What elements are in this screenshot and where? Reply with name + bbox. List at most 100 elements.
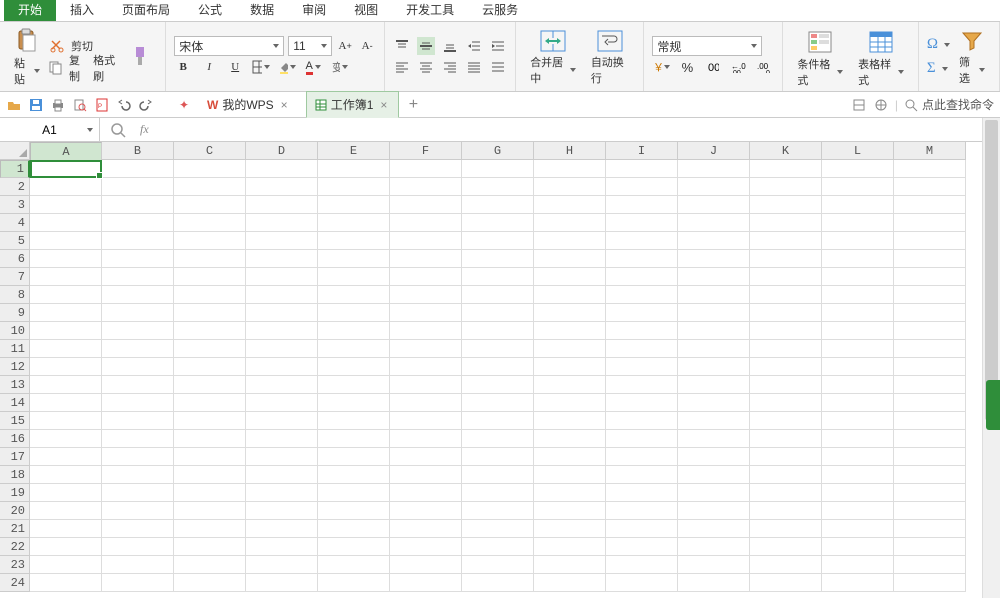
cell[interactable] [894,394,966,412]
cell[interactable] [30,358,102,376]
cell[interactable] [534,340,606,358]
phonetic-button[interactable]: 变 [330,58,348,76]
menutab-formula[interactable]: 公式 [184,0,236,21]
cell[interactable] [318,412,390,430]
cell[interactable] [822,214,894,232]
cell[interactable] [246,340,318,358]
doctab-mywps[interactable]: W 我的WPS × [198,91,300,118]
row-header[interactable]: 6 [0,250,30,268]
cell[interactable] [246,574,318,592]
cell[interactable] [318,574,390,592]
cell[interactable] [750,268,822,286]
indent-increase-icon[interactable] [489,37,507,55]
cell[interactable] [822,340,894,358]
cell[interactable] [102,556,174,574]
cell[interactable] [894,376,966,394]
cell[interactable] [534,484,606,502]
cell[interactable] [894,412,966,430]
cell[interactable] [750,214,822,232]
cell[interactable] [534,466,606,484]
cell[interactable] [30,430,102,448]
comma-icon[interactable]: 000 [704,58,722,76]
cell[interactable] [246,376,318,394]
cell[interactable] [174,520,246,538]
cell[interactable] [390,304,462,322]
column-header[interactable]: M [894,142,966,160]
cell[interactable] [750,196,822,214]
cell[interactable] [678,484,750,502]
cell[interactable] [894,196,966,214]
cell[interactable] [318,178,390,196]
cell[interactable] [822,232,894,250]
cell[interactable] [30,556,102,574]
cell[interactable] [174,340,246,358]
row-header[interactable]: 20 [0,502,30,520]
cell[interactable] [678,214,750,232]
cell[interactable] [678,448,750,466]
cell[interactable] [462,430,534,448]
cell[interactable] [462,232,534,250]
cell[interactable] [822,556,894,574]
cell[interactable] [246,466,318,484]
cell[interactable] [606,232,678,250]
cell[interactable] [462,286,534,304]
menutab-insert[interactable]: 插入 [56,0,108,21]
cell[interactable] [390,502,462,520]
cell[interactable] [894,466,966,484]
cell[interactable] [606,556,678,574]
cell[interactable] [30,538,102,556]
cell[interactable] [822,196,894,214]
row-header[interactable]: 18 [0,466,30,484]
cell[interactable] [894,232,966,250]
cell[interactable] [534,268,606,286]
cell[interactable] [606,196,678,214]
cell[interactable] [822,322,894,340]
close-tab-icon[interactable]: × [377,98,390,112]
fill-color-button[interactable] [278,58,296,76]
cell[interactable] [246,484,318,502]
cell[interactable] [390,412,462,430]
cell[interactable] [822,376,894,394]
cell[interactable] [462,250,534,268]
align-top-icon[interactable] [393,37,411,55]
cell[interactable] [30,214,102,232]
cell[interactable] [318,502,390,520]
row-header[interactable]: 19 [0,484,30,502]
cell[interactable] [462,358,534,376]
cell[interactable] [462,322,534,340]
cell[interactable] [894,178,966,196]
save-icon[interactable] [28,97,44,113]
cell[interactable] [102,304,174,322]
cell[interactable] [174,160,246,178]
cell[interactable] [750,520,822,538]
cell[interactable] [246,538,318,556]
column-header[interactable]: I [606,142,678,160]
column-header[interactable]: A [30,142,102,162]
menutab-start[interactable]: 开始 [4,0,56,21]
doctab-workbook1[interactable]: 工作簿1 × [306,91,400,118]
cell[interactable] [174,214,246,232]
cell[interactable] [822,502,894,520]
cell[interactable] [246,178,318,196]
cell[interactable] [30,268,102,286]
cell[interactable] [606,340,678,358]
column-header[interactable]: B [102,142,174,160]
cell[interactable] [390,376,462,394]
cell[interactable] [534,250,606,268]
menutab-review[interactable]: 审阅 [288,0,340,21]
cell[interactable] [102,412,174,430]
cell[interactable] [750,160,822,178]
menutab-data[interactable]: 数据 [236,0,288,21]
cell[interactable] [822,538,894,556]
cell[interactable] [894,250,966,268]
cell[interactable] [174,502,246,520]
cell[interactable] [390,268,462,286]
cell[interactable] [462,160,534,178]
cell[interactable] [246,232,318,250]
cell[interactable] [678,394,750,412]
cell[interactable] [390,574,462,592]
row-header[interactable]: 10 [0,322,30,340]
cell[interactable] [390,160,462,178]
cell[interactable] [822,520,894,538]
cell[interactable] [822,358,894,376]
